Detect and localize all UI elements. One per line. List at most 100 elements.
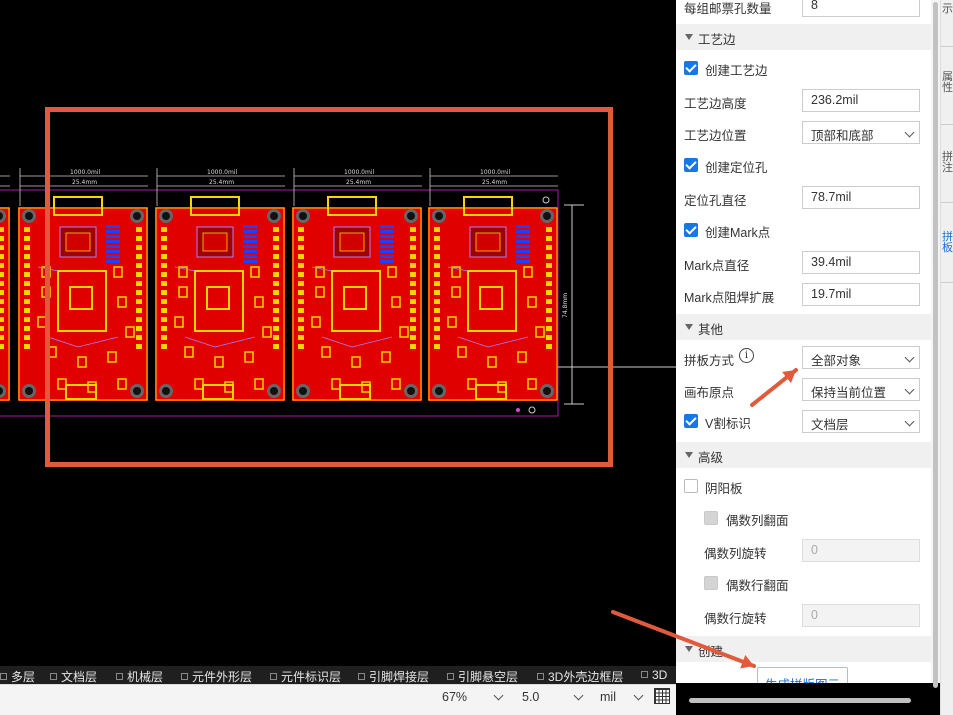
chevron-down-icon	[573, 690, 584, 701]
section-craft-edge[interactable]: 工艺边	[676, 24, 931, 50]
header-pin	[24, 326, 30, 331]
layer-name: 机械层	[127, 670, 164, 684]
info-icon[interactable]: i	[739, 348, 754, 363]
header-pin	[24, 344, 30, 349]
sidebar-tab-2[interactable]: 拼注	[942, 152, 953, 174]
header-pin	[0, 281, 4, 286]
layer-swatch	[116, 673, 123, 680]
mark-mask-label: Mark点阻焊扩展	[684, 291, 775, 305]
even-col-rotate-input[interactable]: 0	[802, 539, 920, 562]
create-mark-checkbox[interactable]	[684, 223, 698, 237]
zoom-select[interactable]: 67%	[440, 687, 508, 709]
layer-item-component-label[interactable]: 元件标识层	[270, 668, 341, 684]
vcut-label: V割标识	[705, 417, 751, 431]
layer-item-pin-solder[interactable]: 引脚焊接层	[358, 668, 429, 684]
section-other[interactable]: 其他	[676, 314, 931, 340]
layer-swatch	[358, 673, 365, 680]
create-hole-checkbox[interactable]	[684, 158, 698, 172]
vcut-select[interactable]: 文档层	[802, 410, 920, 433]
layer-item-pin-floating[interactable]: 引脚悬空层	[447, 668, 518, 684]
mark-mask-input[interactable]: 19.7mil	[802, 283, 920, 306]
even-row-flip-label: 偶数行翻面	[726, 579, 789, 593]
chevron-down-icon	[904, 416, 915, 427]
header-pin	[24, 308, 30, 313]
header-pin	[0, 299, 4, 304]
section-create[interactable]: 创建	[676, 636, 931, 662]
panel-mode-select[interactable]: 全部对象	[802, 346, 920, 369]
zoom-value: 67%	[442, 690, 468, 704]
sidebar-tab-0[interactable]: 示	[942, 4, 953, 15]
layer-bar: 多层 文档层 机械层 元件外形层 元件标识层 引脚焊接层 引脚悬空层 3D外壳边…	[0, 666, 676, 684]
mark-diameter-input[interactable]: 39.4mil	[802, 251, 920, 274]
mark-diameter-label: Mark点直径	[684, 259, 750, 273]
header-pin	[0, 236, 4, 241]
row-stamp-holes: 每组邮票孔数量 8	[676, 0, 931, 22]
layer-item-document[interactable]: 文档层	[50, 668, 97, 684]
panel-hscroll-thumb[interactable]	[689, 698, 911, 703]
header-pin	[24, 254, 30, 259]
row-edge-position: 工艺边位置 顶部和底部	[676, 117, 931, 149]
header-pin	[0, 263, 4, 268]
row-edge-height: 工艺边高度 236.2mil	[676, 85, 931, 117]
layer-swatch	[270, 673, 277, 680]
hole-diameter-input[interactable]: 78.7mil	[802, 186, 920, 209]
chevron-down-icon	[633, 690, 644, 701]
header-pin	[0, 290, 4, 295]
generate-panel-button[interactable]: 生成拼版图元	[757, 667, 848, 683]
header-pin	[24, 290, 30, 295]
vcut-value: 文档层	[811, 418, 849, 432]
header-pin	[24, 272, 30, 277]
chevron-down-icon	[493, 690, 504, 701]
layer-item-multilayer[interactable]: 多层	[0, 668, 35, 684]
section-advanced[interactable]: 高级	[676, 442, 931, 468]
even-col-rotate-label: 偶数列旋转	[704, 547, 767, 561]
row-hole-diameter: 定位孔直径 78.7mil	[676, 182, 931, 214]
layer-name: 3D外壳边框层	[548, 670, 624, 684]
chevron-down-icon	[904, 384, 915, 395]
layer-swatch	[447, 673, 454, 680]
create-edge-label: 创建工艺边	[705, 64, 768, 78]
sidebar-divider	[941, 124, 953, 125]
header-pin	[24, 281, 30, 286]
layer-name: 多层	[11, 670, 36, 684]
header-pin	[0, 272, 4, 277]
layer-name: 引脚悬空层	[458, 670, 519, 684]
stamp-holes-input[interactable]: 8	[802, 0, 920, 17]
layer-item-3d[interactable]: 3D	[641, 668, 667, 682]
pcb-canvas[interactable]: 74.8mm 1000.0mil 25.4mm 1000.0mil 25.4mm 1000…	[0, 0, 676, 666]
canvas-origin-value: 保持当前位置	[811, 386, 887, 400]
panel-mode-value: 全部对象	[811, 354, 862, 368]
sidebar-tab-properties[interactable]: 属性	[942, 72, 953, 94]
grid-icon[interactable]	[654, 688, 670, 704]
even-row-flip-checkbox[interactable]	[704, 576, 718, 590]
row-yin-yang: 阴阳板	[676, 471, 931, 503]
layer-name: 元件外形层	[192, 670, 253, 684]
create-edge-checkbox[interactable]	[684, 61, 698, 75]
header-pin	[24, 317, 30, 322]
unit-select[interactable]: mil	[598, 687, 648, 709]
stamp-holes-label: 每组邮票孔数量	[684, 2, 772, 16]
layer-item-3d-shell[interactable]: 3D外壳边框层	[537, 668, 623, 684]
hole-diameter-label: 定位孔直径	[684, 194, 747, 208]
sidebar-tab-panel[interactable]: 拼板	[942, 232, 953, 254]
panel-scroll-thumb[interactable]	[933, 2, 938, 688]
chevron-down-icon	[904, 352, 915, 363]
edge-height-input[interactable]: 236.2mil	[802, 89, 920, 112]
layer-item-component-outline[interactable]: 元件外形层	[181, 668, 252, 684]
highlight-box	[45, 107, 613, 467]
edge-position-select[interactable]: 顶部和底部	[802, 121, 920, 144]
header-pin	[24, 245, 30, 250]
right-sidebar: 示 属性 拼注 拼板	[940, 0, 953, 715]
header-pin	[0, 326, 4, 331]
canvas-origin-select[interactable]: 保持当前位置	[802, 378, 920, 401]
row-create-mark: 创建Mark点	[676, 215, 931, 247]
even-col-flip-checkbox[interactable]	[704, 511, 718, 525]
row-even-row-flip: 偶数行翻面	[676, 568, 931, 600]
edge-position-value: 顶部和底部	[811, 129, 874, 143]
layer-swatch	[181, 673, 188, 680]
grid-size-select[interactable]: 5.0	[520, 687, 588, 709]
vcut-checkbox[interactable]	[684, 414, 698, 428]
even-row-rotate-input[interactable]: 0	[802, 604, 920, 627]
layer-item-mechanical[interactable]: 机械层	[116, 668, 163, 684]
yin-yang-checkbox[interactable]	[684, 479, 698, 493]
